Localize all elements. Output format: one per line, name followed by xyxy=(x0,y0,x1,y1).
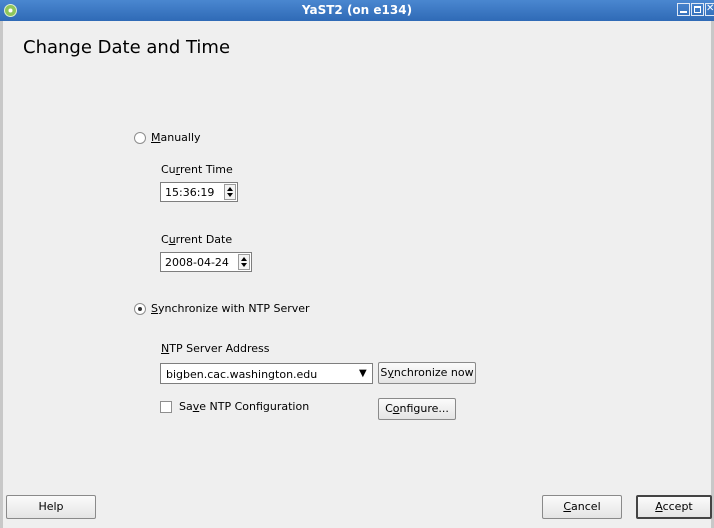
help-button[interactable]: Help xyxy=(6,495,96,519)
current-date-field[interactable]: 2008-04-24 xyxy=(160,252,252,272)
save-ntp-config-checkbox[interactable] xyxy=(160,401,172,413)
ntp-server-address-label: NTP Server Address xyxy=(161,342,270,355)
page-title: Change Date and Time xyxy=(23,37,231,58)
ntp-server-combo[interactable]: bigben.cac.washington.edu ▼ xyxy=(160,363,373,384)
title-bar[interactable]: YaST2 (on e134) ✕ xyxy=(0,0,714,21)
configure-button[interactable]: Configure... xyxy=(378,398,456,420)
minimize-icon[interactable] xyxy=(677,3,690,16)
spin-arrows-icon[interactable] xyxy=(238,254,250,270)
ntp-radio[interactable] xyxy=(134,303,146,315)
current-date-value: 2008-04-24 xyxy=(165,256,229,269)
spin-arrows-icon[interactable] xyxy=(224,184,236,200)
save-ntp-config-label[interactable]: Save NTP Configuration xyxy=(179,400,309,413)
close-icon[interactable]: ✕ xyxy=(705,3,714,16)
current-time-value: 15:36:19 xyxy=(165,186,215,199)
cancel-button[interactable]: Cancel xyxy=(542,495,622,519)
window-title: YaST2 (on e134) xyxy=(301,3,413,17)
synchronize-now-button[interactable]: Synchronize now xyxy=(378,362,476,384)
current-time-label: Current Time xyxy=(161,163,233,176)
maximize-icon[interactable] xyxy=(691,3,704,16)
current-date-label: Current Date xyxy=(161,233,233,246)
accept-button[interactable]: Accept xyxy=(636,495,712,519)
ntp-label[interactable]: Synchronize with NTP Server xyxy=(151,302,310,315)
current-time-field[interactable]: 15:36:19 xyxy=(160,182,238,202)
chevron-down-icon[interactable]: ▼ xyxy=(359,369,367,379)
manually-label[interactable]: Manually xyxy=(151,131,201,144)
window-frame xyxy=(0,21,714,528)
manually-radio[interactable] xyxy=(134,132,146,144)
ntp-server-value: bigben.cac.washington.edu xyxy=(166,368,318,381)
